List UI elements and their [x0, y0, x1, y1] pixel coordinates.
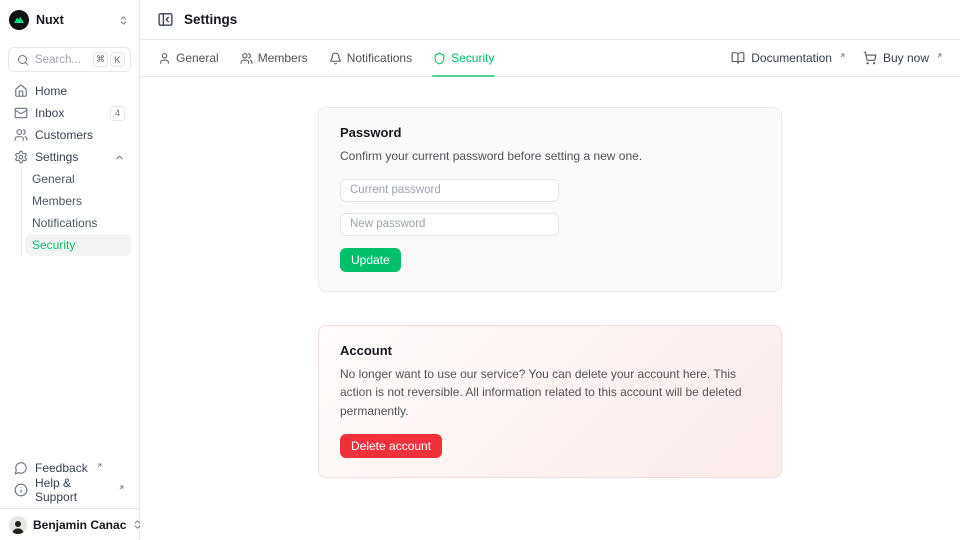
- search-kbd-group: ⌘ K: [93, 52, 125, 67]
- update-button[interactable]: Update: [340, 248, 401, 272]
- app-window: Nuxt Search... ⌘ K Home: [0, 0, 960, 540]
- sidebar-footer: Feedback Help & Support: [0, 457, 139, 540]
- kbd-k: K: [110, 52, 125, 67]
- user-icon: [158, 52, 171, 65]
- settings-sub-list: General Members Notifications Security: [21, 168, 131, 256]
- search-icon: [17, 54, 29, 66]
- message-circle-icon: [14, 461, 28, 475]
- toolbar-label: Buy now: [883, 51, 929, 65]
- book-open-icon: [731, 51, 745, 65]
- current-password-field[interactable]: [340, 179, 559, 202]
- sidebar-subitem-label: Security: [32, 238, 75, 252]
- team-name: Nuxt: [36, 13, 64, 27]
- settings-tabbar: General Members Notifications Security: [140, 40, 960, 77]
- external-link-icon: [96, 462, 103, 469]
- sidebar-item-label: Inbox: [35, 106, 64, 120]
- user-name: Benjamin Canac: [33, 518, 126, 532]
- new-password-field[interactable]: [340, 213, 559, 236]
- help-support-link[interactable]: Help & Support: [8, 479, 131, 501]
- sidebar: Nuxt Search... ⌘ K Home: [0, 0, 140, 540]
- page-title: Settings: [184, 12, 237, 27]
- tab-label: Members: [258, 51, 308, 65]
- settings-security-content: Password Confirm your current password b…: [140, 77, 960, 540]
- buy-now-link[interactable]: Buy now: [863, 51, 943, 65]
- password-card-title: Password: [340, 125, 760, 140]
- avatar: [9, 516, 27, 534]
- sidebar-item-settings-security[interactable]: Security: [25, 234, 131, 256]
- tabbar-toolbar: Documentation Buy now: [731, 51, 943, 65]
- customers-icon: [14, 128, 28, 142]
- tab-general[interactable]: General: [157, 40, 220, 76]
- main-panel: Settings General Members Notifications: [140, 0, 960, 540]
- shopping-cart-icon: [863, 51, 877, 65]
- sidebar-item-settings-notifications[interactable]: Notifications: [25, 212, 131, 234]
- footer-link-label: Feedback: [35, 461, 88, 475]
- password-card: Password Confirm your current password b…: [318, 107, 782, 292]
- sidebar-item-inbox[interactable]: Inbox 4: [8, 102, 131, 124]
- footer-links: Feedback Help & Support: [0, 457, 139, 508]
- info-icon: [14, 483, 28, 497]
- inbox-count-badge: 4: [110, 106, 125, 121]
- toolbar-label: Documentation: [751, 51, 832, 65]
- sidebar-item-settings[interactable]: Settings: [8, 146, 131, 168]
- chevron-up-icon: [114, 152, 125, 163]
- sidebar-collapse-icon[interactable]: [157, 11, 174, 28]
- shield-icon: [433, 52, 446, 65]
- footer-link-label: Help & Support: [35, 476, 110, 504]
- sidebar-subitem-label: Notifications: [32, 216, 97, 230]
- kbd-meta: ⌘: [93, 52, 108, 67]
- inbox-icon: [14, 106, 28, 120]
- nuxt-logo-icon: [9, 10, 29, 30]
- sidebar-item-settings-members[interactable]: Members: [25, 190, 131, 212]
- home-icon: [14, 84, 28, 98]
- page-header: Settings: [140, 0, 960, 40]
- tab-notifications[interactable]: Notifications: [328, 40, 413, 76]
- sidebar-item-customers[interactable]: Customers: [8, 124, 131, 146]
- sidebar-item-settings-general[interactable]: General: [25, 168, 131, 190]
- external-link-icon: [936, 52, 943, 59]
- tab-label: General: [176, 51, 219, 65]
- account-card-title: Account: [340, 343, 760, 358]
- sidebar-item-home[interactable]: Home: [8, 80, 131, 102]
- sidebar-subitem-label: Members: [32, 194, 82, 208]
- sidebar-nav: Home Inbox 4 Customers Settings: [0, 78, 139, 258]
- delete-account-button[interactable]: Delete account: [340, 434, 442, 458]
- sidebar-item-label: Home: [35, 84, 67, 98]
- account-card: Account No longer want to use our servic…: [318, 325, 782, 479]
- search-input[interactable]: Search... ⌘ K: [8, 47, 131, 72]
- external-link-icon: [839, 52, 846, 59]
- bell-icon: [329, 52, 342, 65]
- documentation-link[interactable]: Documentation: [731, 51, 846, 65]
- gear-icon: [14, 150, 28, 164]
- team-switcher[interactable]: Nuxt: [0, 0, 139, 40]
- search-placeholder: Search...: [35, 54, 87, 66]
- sidebar-subitem-label: General: [32, 172, 75, 186]
- tab-label: Notifications: [347, 51, 412, 65]
- users-icon: [240, 52, 253, 65]
- sidebar-item-label: Customers: [35, 128, 93, 142]
- user-menu[interactable]: Benjamin Canac: [0, 508, 139, 540]
- external-link-icon: [118, 484, 125, 491]
- tab-label: Security: [451, 51, 494, 65]
- sidebar-item-label: Settings: [35, 150, 78, 164]
- account-card-description: No longer want to use our service? You c…: [340, 365, 760, 421]
- password-card-description: Confirm your current password before set…: [340, 147, 760, 166]
- chevrons-up-down-icon: [118, 15, 129, 26]
- tab-members[interactable]: Members: [239, 40, 309, 76]
- tab-security[interactable]: Security: [432, 40, 495, 76]
